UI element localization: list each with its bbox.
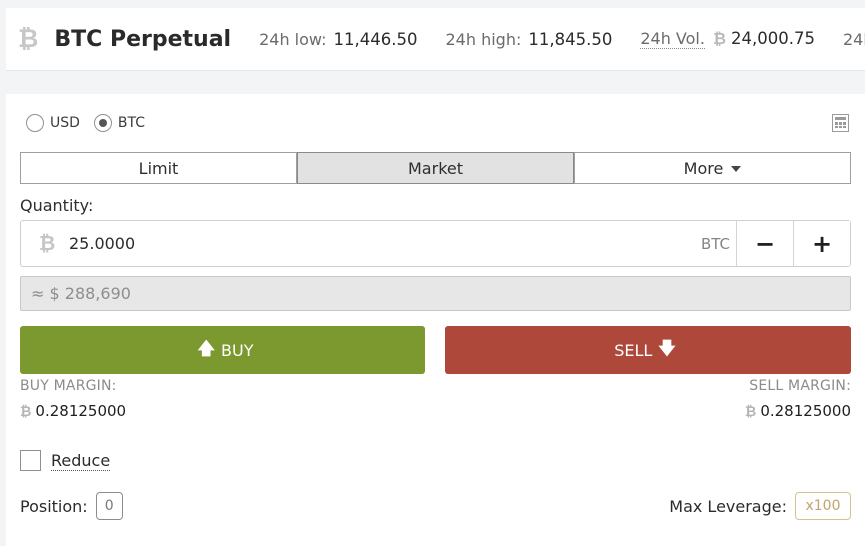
arrow-down-icon: 🡇 <box>658 338 676 359</box>
reduce-label[interactable]: Reduce <box>51 451 111 471</box>
quantity-unit: BTC <box>700 234 730 253</box>
bitcoin-icon: ₿ <box>20 403 32 420</box>
stat-24h-volume: 24h Vol. ₿ 24,000.75 <box>640 29 815 49</box>
radio-btc-label[interactable]: BTC <box>118 115 145 131</box>
buy-button[interactable]: 🡅 BUY <box>20 326 425 374</box>
stat-24h-high-label: 24h high: <box>445 29 522 49</box>
order-type-tabs: Limit Market More <box>20 152 851 184</box>
stat-24h-extra-label: 24h P <box>842 29 865 49</box>
bitcoin-icon: ₿ <box>712 29 726 48</box>
tab-market[interactable]: Market <box>297 152 574 184</box>
radio-usd-label[interactable]: USD <box>50 115 80 131</box>
sell-button[interactable]: SELL 🡇 <box>445 326 851 374</box>
radio-usd[interactable] <box>26 114 44 132</box>
max-leverage-display: Max Leverage: x100 <box>669 492 851 520</box>
quantity-input[interactable]: 25.0000 <box>69 234 701 253</box>
radio-btc[interactable] <box>93 114 112 132</box>
stat-24h-high: 24h high: 11,845.50 <box>446 30 613 49</box>
reduce-checkbox[interactable] <box>20 450 41 471</box>
bitcoin-icon: ₿ <box>744 403 757 420</box>
stat-24h-low: 24h low: 11,446.50 <box>259 30 417 49</box>
order-panel: USD BTC Limit Market More Quantity: ₿ 25… <box>6 94 865 546</box>
buy-margin-value: ₿ 0.28125000 <box>20 402 126 420</box>
position-badge: 0 <box>95 492 123 520</box>
stat-24h-volume-label[interactable]: 24h Vol. <box>640 29 705 49</box>
sell-button-label: SELL <box>614 340 653 360</box>
increment-button[interactable]: + <box>793 221 850 266</box>
bitcoin-icon: ₿ <box>39 231 56 255</box>
chevron-down-icon <box>731 166 742 172</box>
buy-button-label: BUY <box>221 340 254 360</box>
tab-limit[interactable]: Limit <box>20 152 297 184</box>
stat-24h-volume-value: 24,000.75 <box>731 29 815 48</box>
usd-equivalent-field: ≈ $ 288,690 <box>20 276 851 311</box>
position-label: Position: <box>20 496 88 516</box>
arrow-up-icon: 🡅 <box>197 338 215 359</box>
stat-24h-extra: 24h P <box>843 30 865 49</box>
calculator-icon[interactable] <box>832 114 849 132</box>
instrument-title: BTC Perpetual <box>54 26 232 52</box>
sell-margin-value: ₿ 0.28125000 <box>745 402 851 420</box>
quantity-field[interactable]: ₿ 25.0000 BTC − + <box>20 220 851 267</box>
market-header: ₿ BTC Perpetual 24h low: 11,446.50 24h h… <box>6 8 865 71</box>
bitcoin-icon: ₿ <box>18 24 39 53</box>
decrement-button[interactable]: − <box>736 221 793 266</box>
stat-24h-low-label: 24h low: <box>259 29 327 49</box>
quantity-label: Quantity: <box>20 196 94 215</box>
sell-margin-label: SELL MARGIN: <box>749 378 851 394</box>
max-leverage-label: Max Leverage: <box>669 496 787 516</box>
currency-selector: USD BTC <box>26 114 159 132</box>
stat-24h-high-value: 11,845.50 <box>528 29 613 49</box>
buy-margin-amount: 0.28125000 <box>35 402 127 420</box>
tab-more[interactable]: More <box>574 152 851 184</box>
stat-24h-low-value: 11,446.50 <box>333 29 418 49</box>
sell-margin-amount: 0.28125000 <box>760 402 851 420</box>
position-display: Position: 0 <box>20 492 123 520</box>
reduce-option: Reduce <box>20 450 111 471</box>
tab-more-label: More <box>683 158 724 178</box>
leverage-badge[interactable]: x100 <box>795 492 851 520</box>
buy-margin-label: BUY MARGIN: <box>20 378 117 394</box>
radio-selected-dot <box>98 119 107 127</box>
